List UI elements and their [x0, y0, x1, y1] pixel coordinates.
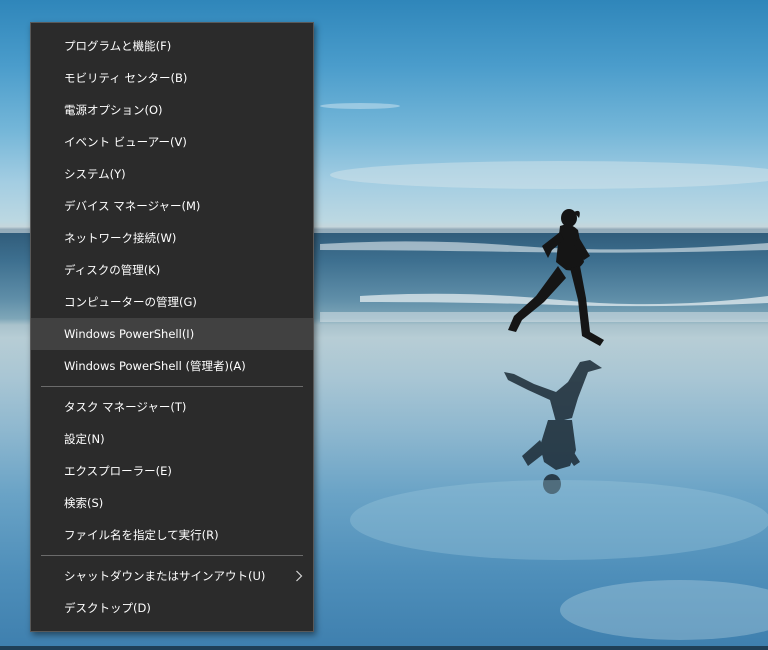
sand-reflection	[350, 480, 768, 560]
menu-item-search[interactable]: 検索(S)	[31, 487, 313, 519]
menu-item-mobility-center[interactable]: モビリティ センター(B)	[31, 62, 313, 94]
wave-foam-near	[360, 293, 768, 307]
menu-item-shutdown-or-sign-out[interactable]: シャットダウンまたはサインアウト(U)	[31, 560, 313, 592]
menu-item-run[interactable]: ファイル名を指定して実行(R)	[31, 519, 313, 551]
cloud-band	[330, 161, 768, 189]
menu-item-device-manager[interactable]: デバイス マネージャー(M)	[31, 190, 313, 222]
menu-item-disk-management[interactable]: ディスクの管理(K)	[31, 254, 313, 286]
menu-item-file-explorer[interactable]: エクスプローラー(E)	[31, 455, 313, 487]
cloud-streak	[320, 103, 400, 109]
menu-separator-2	[41, 555, 303, 556]
menu-item-network-connections[interactable]: ネットワーク接続(W)	[31, 222, 313, 254]
menu-item-label: シャットダウンまたはサインアウト(U)	[64, 569, 266, 583]
wave-wash	[320, 312, 768, 322]
menu-item-programs-and-features[interactable]: プログラムと機能(F)	[31, 30, 313, 62]
sand-glare	[560, 580, 768, 640]
menu-item-windows-powershell-admin[interactable]: Windows PowerShell (管理者)(A)	[31, 350, 313, 382]
menu-item-settings[interactable]: 設定(N)	[31, 423, 313, 455]
taskbar-edge	[0, 646, 768, 650]
menu-separator-1	[41, 386, 303, 387]
menu-item-computer-management[interactable]: コンピューターの管理(G)	[31, 286, 313, 318]
menu-item-task-manager[interactable]: タスク マネージャー(T)	[31, 391, 313, 423]
menu-item-windows-powershell[interactable]: Windows PowerShell(I)	[31, 318, 313, 350]
menu-item-system[interactable]: システム(Y)	[31, 158, 313, 190]
runner-reflection	[504, 360, 602, 494]
chevron-right-icon	[295, 560, 303, 592]
menu-item-event-viewer[interactable]: イベント ビューアー(V)	[31, 126, 313, 158]
quick-link-menu: プログラムと機能(F) モビリティ センター(B) 電源オプション(O) イベン…	[30, 22, 314, 632]
menu-item-power-options[interactable]: 電源オプション(O)	[31, 94, 313, 126]
menu-item-desktop[interactable]: デスクトップ(D)	[31, 592, 313, 624]
